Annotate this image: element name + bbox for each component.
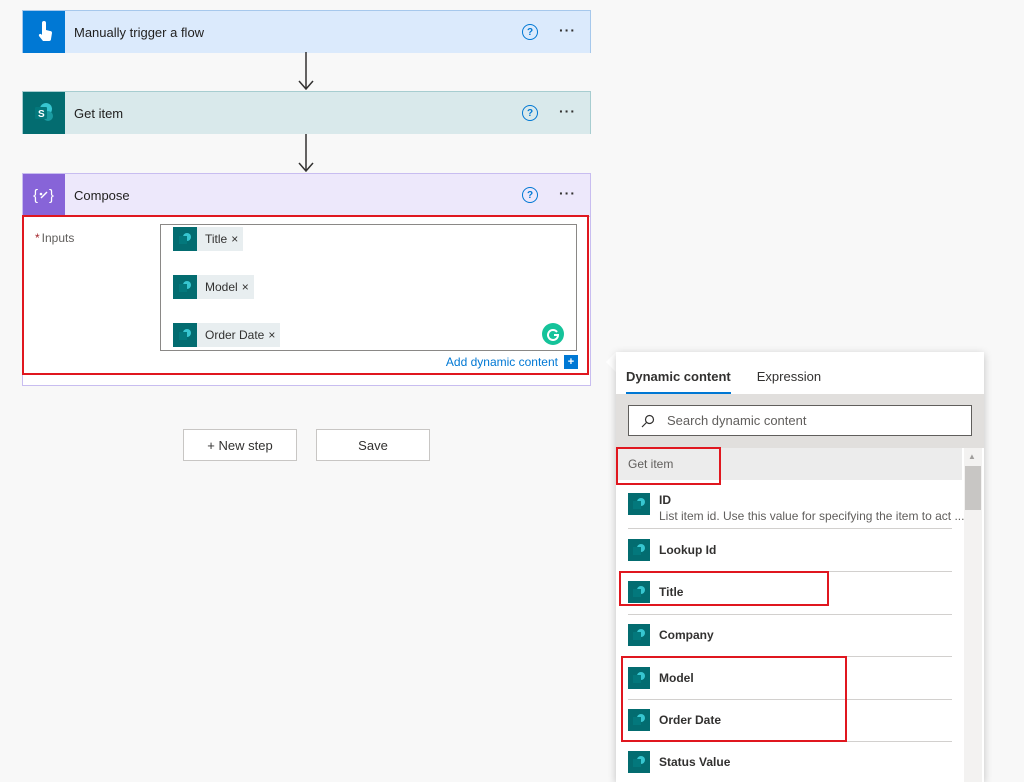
sharepoint-icon <box>628 624 650 646</box>
trigger-card[interactable]: Manually trigger a flow ? ··· <box>22 10 591 53</box>
sharepoint-icon <box>628 493 650 515</box>
sharepoint-icon <box>628 539 650 561</box>
divider <box>628 528 952 529</box>
help-icon[interactable]: ? <box>522 24 538 40</box>
panel-notch <box>606 352 616 372</box>
save-button[interactable]: Save <box>316 429 430 461</box>
scrollbar[interactable]: ▲ <box>964 448 982 782</box>
svg-text:{: { <box>33 187 38 204</box>
touch-icon <box>23 11 65 53</box>
panel-tabs: Dynamic content Expression <box>616 352 984 394</box>
divider <box>628 614 952 615</box>
highlight-get-item <box>616 447 721 485</box>
list-item-status-value[interactable]: Status Value <box>616 751 962 773</box>
sharepoint-icon: S <box>23 92 65 134</box>
help-icon[interactable]: ? <box>522 105 538 121</box>
list-item-lookup-id[interactable]: Lookup Id <box>616 539 962 561</box>
search-placeholder: Search dynamic content <box>667 413 807 428</box>
svg-text:S: S <box>38 109 45 120</box>
arrow-down-icon <box>298 134 314 172</box>
scroll-thumb[interactable] <box>965 466 981 510</box>
get-item-title: Get item <box>74 105 124 121</box>
list-item-id[interactable]: ID List item id. Use this value for spec… <box>616 493 964 523</box>
list-item-company[interactable]: Company <box>616 624 962 646</box>
help-icon[interactable]: ? <box>522 187 538 203</box>
get-item-card[interactable]: S Get item ? ··· <box>22 91 591 134</box>
more-options-icon[interactable]: ··· <box>559 103 576 119</box>
sharepoint-icon <box>628 751 650 773</box>
trigger-title: Manually trigger a flow <box>74 24 205 40</box>
highlight-inputs <box>22 215 589 375</box>
search-icon <box>641 414 655 427</box>
more-options-icon[interactable]: ··· <box>559 22 576 38</box>
compose-icon: { } <box>23 174 65 216</box>
scroll-up-icon[interactable]: ▲ <box>968 452 976 461</box>
search-input[interactable]: Search dynamic content <box>628 405 972 436</box>
tab-dynamic-content[interactable]: Dynamic content <box>626 369 731 394</box>
arrow-down-icon <box>298 52 314 90</box>
search-area: Search dynamic content <box>616 394 984 448</box>
highlight-model-order-date <box>621 656 847 742</box>
compose-title: Compose <box>74 187 130 203</box>
tab-expression[interactable]: Expression <box>757 369 821 394</box>
more-options-icon[interactable]: ··· <box>559 185 576 201</box>
svg-text:}: } <box>49 187 54 204</box>
new-step-button[interactable]: + New step <box>183 429 297 461</box>
highlight-title <box>619 571 829 606</box>
